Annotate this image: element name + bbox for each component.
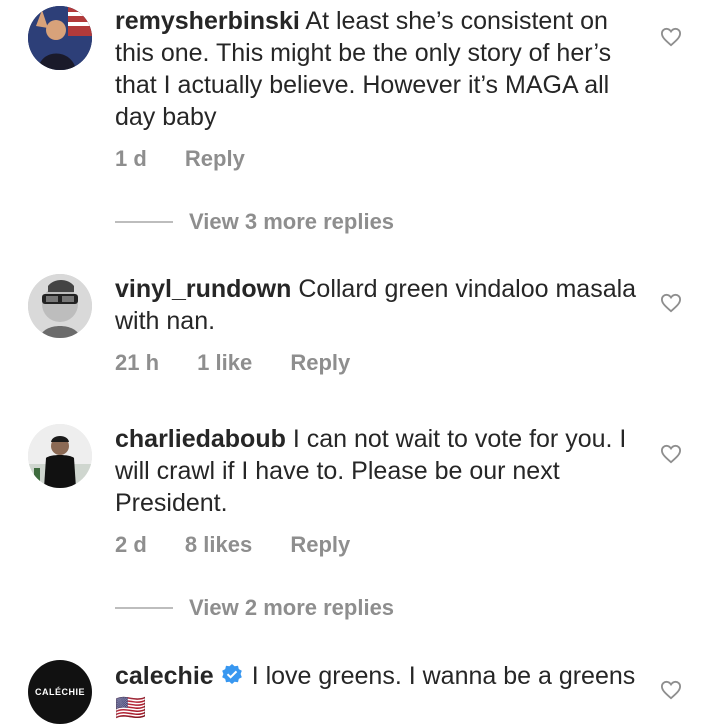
- comment-username[interactable]: calechie: [115, 662, 214, 690]
- replies-divider-line: [115, 221, 173, 223]
- verified-badge-icon: [221, 664, 242, 684]
- comment-meta: 2 d 8 likes Reply: [115, 532, 382, 558]
- avatar-image: [28, 424, 92, 488]
- avatar-image: [28, 6, 92, 70]
- comment-body: vinyl_rundown Collard green vindaloo mas…: [115, 273, 645, 337]
- heart-icon[interactable]: [660, 680, 682, 700]
- comment-username[interactable]: vinyl_rundown: [115, 275, 291, 303]
- view-more-replies-button[interactable]: View 2 more replies: [115, 595, 394, 621]
- reply-button[interactable]: Reply: [290, 532, 350, 557]
- comment-time: 21 h: [115, 350, 160, 375]
- comment-username[interactable]: charliedaboub: [115, 425, 286, 453]
- avatar[interactable]: CALÉCHIE: [28, 660, 92, 724]
- comment-body: charliedaboub I can not wait to vote for…: [115, 423, 645, 519]
- comment-time: 1 d: [115, 146, 147, 171]
- comment-username[interactable]: remysherbinski: [115, 7, 300, 35]
- heart-icon[interactable]: [660, 444, 682, 464]
- comment-time: 2 d: [115, 532, 147, 557]
- reply-button[interactable]: Reply: [290, 350, 350, 375]
- avatar[interactable]: [28, 274, 92, 338]
- view-more-replies-label: View 2 more replies: [189, 595, 395, 620]
- comment-meta: 21 h 1 like Reply: [115, 350, 382, 376]
- avatar-image: [28, 274, 92, 338]
- comment-likes[interactable]: 8 likes: [185, 532, 252, 557]
- heart-icon[interactable]: [660, 293, 682, 313]
- avatar[interactable]: [28, 6, 92, 70]
- avatar-logo-text: CALÉCHIE: [34, 687, 85, 697]
- replies-divider-line: [115, 607, 173, 609]
- comment-likes[interactable]: 1 like: [197, 350, 252, 375]
- reply-button[interactable]: Reply: [185, 146, 245, 171]
- heart-icon[interactable]: [660, 27, 682, 47]
- view-more-replies-button[interactable]: View 3 more replies: [115, 209, 394, 235]
- avatar[interactable]: [28, 424, 92, 488]
- comment-body: calechie I love greens. I wanna be a gre…: [115, 660, 645, 724]
- view-more-replies-label: View 3 more replies: [189, 209, 395, 234]
- comment-meta: 1 d Reply: [115, 146, 277, 172]
- comment-body: remysherbinski At least she’s consistent…: [115, 5, 645, 133]
